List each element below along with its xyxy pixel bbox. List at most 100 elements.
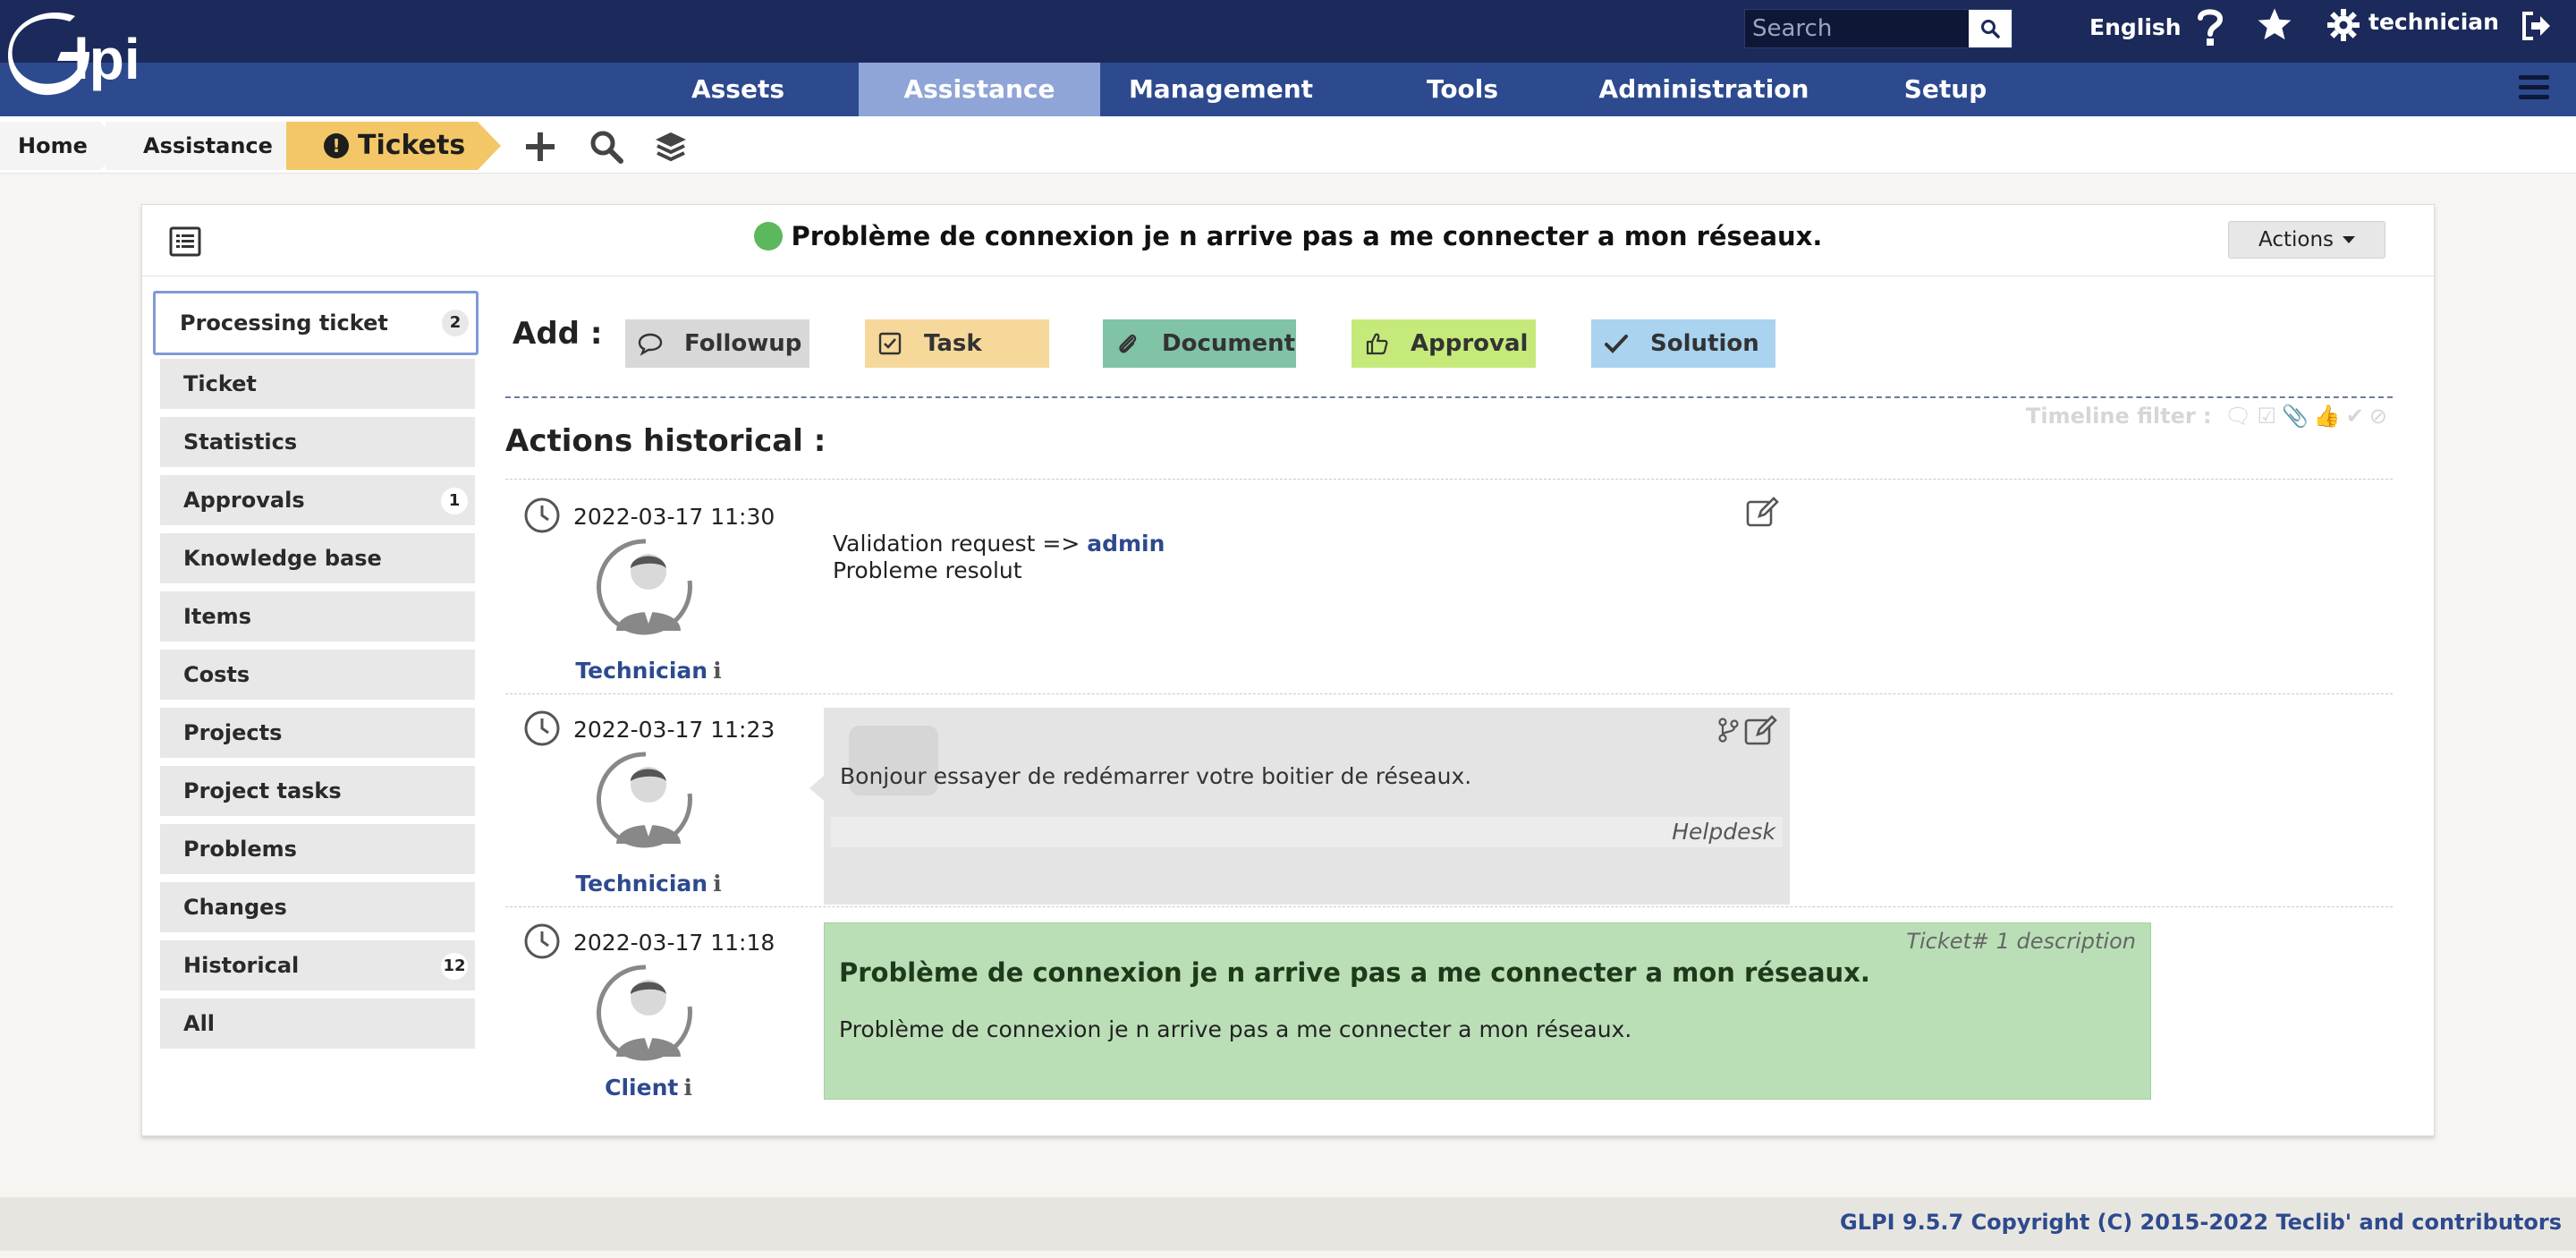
info-icon[interactable]: ℹ — [713, 871, 722, 897]
user-name[interactable]: technician — [2368, 9, 2499, 35]
tab-label: Historical — [183, 953, 300, 978]
edit-icon[interactable] — [1745, 495, 1779, 529]
tab-label: Changes — [183, 895, 287, 920]
info-icon[interactable]: ℹ — [713, 658, 722, 684]
timeline-filter: Timeline filter : 🗨 ☑ 📎 👍 ✔ ⊘ — [2026, 404, 2387, 429]
tab-badge: 12 — [441, 953, 468, 980]
followup-bubble: Bonjour essayer de redémarrer votre boit… — [809, 708, 1790, 905]
help-icon[interactable] — [2195, 7, 2225, 47]
logo-text: lpi — [73, 27, 140, 91]
breadcrumb-tickets[interactable]: ! Tickets — [286, 122, 501, 170]
entry-author[interactable]: Technician ℹ — [559, 658, 738, 684]
entry-date: 2022-03-17 11:30 — [573, 504, 775, 530]
ticket-tabs: Processing ticket 2 Ticket Statistics App… — [153, 291, 479, 1057]
add-approval-button[interactable]: Approval — [1352, 319, 1536, 368]
footer: GLPI 9.5.7 Copyright (C) 2015-2022 Tecli… — [0, 1197, 2576, 1251]
tab-label: Ticket — [183, 371, 257, 396]
menu-administration[interactable]: Administration — [1583, 63, 1825, 116]
tab-costs[interactable]: Costs — [160, 650, 475, 700]
glpi-logo[interactable]: lpi — [7, 7, 177, 106]
gear-icon[interactable] — [2327, 9, 2360, 41]
breadcrumb-assistance-label: Assistance — [143, 133, 273, 158]
filter-reset-icon[interactable]: ⊘ — [2369, 404, 2387, 429]
breadcrumb-home[interactable]: Home — [0, 122, 123, 170]
filter-approval-icon[interactable]: 👍 — [2314, 404, 2341, 429]
menu-tools[interactable]: Tools — [1342, 63, 1583, 116]
tab-label: Projects — [183, 720, 283, 745]
add-followup-button[interactable]: Followup — [625, 319, 809, 368]
avatar-icon — [597, 965, 692, 1061]
language-link[interactable]: English — [2089, 14, 2182, 40]
tab-problems[interactable]: Problems — [160, 824, 475, 874]
tab-label: Costs — [183, 662, 250, 687]
filter-solution-icon[interactable]: ✔ — [2346, 404, 2364, 429]
edit-icon[interactable] — [1743, 713, 1777, 747]
hamburger-menu-icon[interactable] — [2519, 75, 2549, 104]
tab-changes[interactable]: Changes — [160, 882, 475, 932]
ticket-description: Ticket# 1 description Problème de connex… — [824, 922, 2151, 1100]
tab-approvals[interactable]: Approvals 1 — [160, 475, 475, 525]
search-box — [1744, 9, 2012, 48]
tab-projects[interactable]: Projects — [160, 708, 475, 758]
timeline-panel: Add : Followup Task Document Approval So… — [505, 291, 2402, 1123]
tab-all[interactable]: All — [160, 999, 475, 1049]
entry-author[interactable]: Client ℹ — [559, 1075, 738, 1101]
add-solution-label: Solution — [1650, 330, 1759, 357]
entry-author[interactable]: Technician ℹ — [559, 871, 738, 897]
tab-label: Project tasks — [183, 778, 342, 803]
description-title: Problème de connexion je n arrive pas a … — [839, 957, 1870, 988]
divider — [505, 479, 2393, 480]
history-title: Actions historical : — [505, 423, 826, 459]
tab-items[interactable]: Items — [160, 591, 475, 642]
tab-ticket[interactable]: Ticket — [160, 359, 475, 409]
clock-icon — [524, 923, 560, 959]
tab-knowledge-base[interactable]: Knowledge base — [160, 533, 475, 583]
filter-document-icon[interactable]: 📎 — [2282, 404, 2309, 429]
validation-request-text: Validation request => — [833, 531, 1088, 557]
thumbs-up-icon — [1366, 333, 1388, 355]
tab-label: Approvals — [183, 488, 305, 513]
tab-label: Processing ticket — [180, 310, 388, 336]
validation-comment: Probleme resolut — [833, 557, 1022, 583]
avatar-icon — [597, 752, 692, 848]
entry-date: 2022-03-17 11:18 — [573, 930, 775, 956]
menu-assistance[interactable]: Assistance — [859, 63, 1100, 116]
validator-link[interactable]: admin — [1087, 531, 1165, 557]
tab-project-tasks[interactable]: Project tasks — [160, 766, 475, 816]
tab-label: Knowledge base — [183, 546, 382, 571]
menu-management[interactable]: Management — [1100, 63, 1342, 116]
divider — [505, 396, 2393, 398]
filter-followup-icon[interactable]: 🗨 — [2224, 404, 2251, 429]
add-icon[interactable] — [522, 129, 558, 165]
filter-task-icon[interactable]: ☑ — [2257, 404, 2276, 429]
search-tickets-icon[interactable] — [589, 129, 624, 165]
star-icon[interactable] — [2256, 5, 2293, 43]
tab-badge: 2 — [442, 310, 469, 336]
logout-icon[interactable] — [2521, 11, 2553, 41]
breadcrumb-assistance[interactable]: Assistance — [106, 122, 308, 170]
tab-statistics[interactable]: Statistics — [160, 417, 475, 467]
check-icon — [1605, 335, 1628, 353]
breadcrumb-home-label: Home — [18, 133, 88, 158]
page-title: Problème de connexion je n arrive pas a … — [142, 221, 2434, 251]
tab-processing-ticket[interactable]: Processing ticket 2 — [153, 291, 479, 355]
entry-date: 2022-03-17 11:23 — [573, 717, 775, 743]
branch-icon[interactable] — [1716, 717, 1740, 744]
add-task-button[interactable]: Task — [865, 319, 1049, 368]
add-document-button[interactable]: Document — [1103, 319, 1296, 368]
menu-setup[interactable]: Setup — [1825, 63, 2066, 116]
followup-text: Bonjour essayer de redémarrer votre boit… — [840, 763, 1472, 789]
clock-icon — [524, 497, 560, 533]
layers-icon[interactable] — [653, 129, 689, 165]
add-solution-button[interactable]: Solution — [1591, 319, 1775, 368]
info-icon[interactable]: ℹ — [683, 1075, 692, 1101]
description-tag: Ticket# 1 description — [1906, 929, 2136, 954]
ticket-title-text: Problème de connexion je n arrive pas a … — [791, 221, 1823, 251]
menu-assets[interactable]: Assets — [617, 63, 859, 116]
copyright-link[interactable]: GLPI 9.5.7 Copyright (C) 2015-2022 Tecli… — [1840, 1210, 2562, 1235]
search-input[interactable] — [1745, 10, 1969, 47]
actions-button[interactable]: Actions — [2228, 221, 2385, 259]
comment-icon — [638, 333, 663, 356]
tab-historical[interactable]: Historical 12 — [160, 940, 475, 990]
search-button[interactable] — [1969, 10, 2012, 47]
